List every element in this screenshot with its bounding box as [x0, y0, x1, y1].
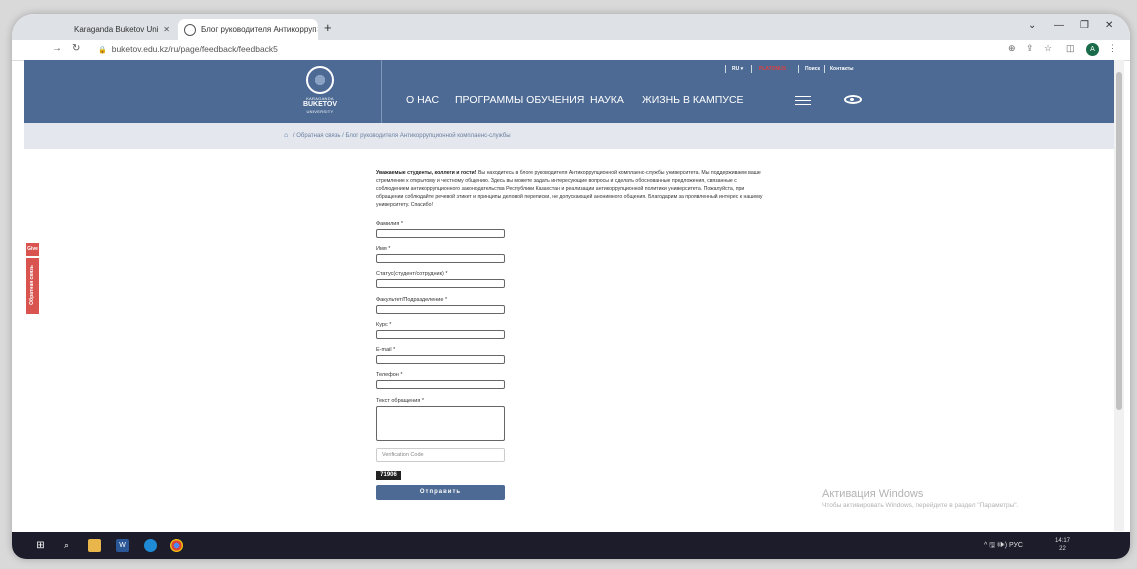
label-message: Текст обращения *: [376, 398, 424, 404]
top-nav-separator: [824, 65, 825, 73]
breadcrumb-separator: /: [342, 133, 344, 139]
chrome-icon[interactable]: [170, 539, 183, 552]
scrollbar-thumb[interactable]: [1116, 72, 1122, 410]
label-faculty: Факультет/Подразделение *: [376, 297, 448, 303]
accessibility-eye-icon[interactable]: [844, 95, 862, 104]
side-panel-icon[interactable]: ◫: [1066, 43, 1075, 54]
label-last-name: Фамилия *: [376, 221, 404, 227]
faculty-input[interactable]: [376, 305, 505, 314]
clock-time: 14:17: [1055, 538, 1071, 544]
watermark-title: Активация Windows: [822, 488, 924, 500]
breadcrumb-separator: /: [292, 133, 295, 139]
label-phone: Телефон *: [376, 372, 403, 378]
breadcrumb: ⌂ / Обратная связь / Блог руководителя А…: [24, 123, 1114, 149]
university-seal-icon: [306, 66, 334, 94]
forward-arrow-icon[interactable]: →: [52, 43, 62, 54]
message-textarea[interactable]: [376, 406, 505, 441]
first-name-input[interactable]: [376, 254, 505, 263]
tab-title: Блог руководителя Антикорруп: [201, 25, 317, 34]
label-course: Курс *: [376, 322, 392, 328]
browser-tab-buketov[interactable]: Karaganda Buketov Uni ✕: [68, 19, 176, 40]
header-divider: [381, 60, 382, 123]
reload-icon[interactable]: ↻: [72, 43, 80, 54]
tab-search-chevron-icon[interactable]: ⌄: [1028, 20, 1036, 31]
profile-avatar[interactable]: A: [1086, 43, 1099, 56]
nav-programs[interactable]: ПРОГРАММЫ ОБУЧЕНИЯ: [455, 94, 584, 106]
platonus-link[interactable]: PLATONUS: [759, 66, 786, 72]
nav-campus-life[interactable]: ЖИЗНЬ В КАМПУСЕ: [642, 94, 744, 106]
screenshot-frame: Karaganda Buketov Uni ✕ Блог руководител…: [12, 14, 1130, 559]
close-window-button[interactable]: ✕: [1105, 20, 1113, 31]
clock[interactable]: 14:17 22: [1055, 537, 1070, 553]
hamburger-menu-icon[interactable]: [795, 96, 811, 108]
file-explorer-icon[interactable]: [88, 539, 101, 552]
logo-line2: BUKETOV: [302, 101, 338, 108]
tab-title: Karaganda Buketov Uni: [74, 25, 159, 34]
new-tab-button[interactable]: +: [324, 20, 332, 35]
windows-activation-watermark: Активация Windows Чтобы активировать Win…: [822, 488, 1018, 509]
top-nav-separator: [798, 65, 799, 73]
globe-icon: [184, 23, 196, 36]
watermark-subtitle: Чтобы активировать Windows, перейдите в …: [822, 502, 1019, 509]
nav-science[interactable]: НАУКА: [590, 94, 624, 106]
windows-taskbar: ⊞ ⌕ W ^ 🖫 🕪) РУС 14:17 22: [12, 532, 1130, 559]
tab-close-icon[interactable]: ✕: [317, 25, 318, 34]
edge-icon[interactable]: [144, 539, 157, 552]
label-status: Статус(студент/сотрудник) *: [376, 271, 448, 277]
search-link[interactable]: Поиск: [805, 66, 820, 72]
search-icon[interactable]: ⌕: [60, 539, 73, 552]
label-first-name: Имя *: [376, 246, 391, 252]
word-icon[interactable]: W: [116, 539, 129, 552]
intro-greeting: Уважаемые студенты, коллеги и гости!: [376, 170, 477, 176]
submit-button[interactable]: Отправить: [376, 485, 505, 500]
nav-about[interactable]: О НАС: [406, 94, 439, 106]
system-tray[interactable]: ^ 🖫 🕪) РУС: [984, 541, 1023, 552]
site-header: KARAGANDA BUKETOV UNIVERSITY RU ▾ PLATON…: [24, 60, 1114, 123]
browser-tab-blog[interactable]: Блог руководителя Антикорруп ✕: [178, 19, 318, 40]
breadcrumb-current: Блог руководителя Антикоррупционной комп…: [345, 133, 511, 139]
university-logo[interactable]: KARAGANDA BUKETOV UNIVERSITY: [299, 66, 341, 118]
verification-code-input[interactable]: Verification Code: [376, 448, 505, 462]
restore-button[interactable]: ❐: [1080, 20, 1089, 31]
url-text: buketov.edu.kz/ru/page/feedback/feedback…: [111, 44, 278, 54]
zoom-icon[interactable]: ⊕: [1008, 43, 1016, 54]
feedback-side-tab[interactable]: Обратная связь: [26, 258, 39, 314]
home-icon[interactable]: ⌂: [284, 132, 288, 139]
status-input[interactable]: [376, 279, 505, 288]
course-input[interactable]: [376, 330, 505, 339]
captcha-image: 71906: [376, 471, 401, 480]
give-button[interactable]: Give: [26, 243, 39, 256]
minimize-button[interactable]: —: [1054, 20, 1064, 31]
contacts-link[interactable]: Контакты: [830, 66, 854, 72]
top-nav-separator: [725, 65, 726, 73]
address-bar: → ↻ 🔒 buketov.edu.kz/ru/page/feedback/fee…: [12, 40, 1130, 61]
logo-line3: UNIVERSITY: [306, 109, 334, 114]
windows-start-icon[interactable]: ⊞: [34, 539, 47, 552]
bookmark-star-icon[interactable]: ☆: [1044, 43, 1052, 54]
share-icon[interactable]: ⇪: [1026, 43, 1034, 54]
language-selector[interactable]: RU ▾: [732, 66, 743, 72]
clock-date: 22: [1059, 546, 1066, 552]
intro-paragraph: Уважаемые студенты, коллеги и гости! Вы …: [376, 169, 766, 209]
tab-close-icon[interactable]: ✕: [163, 25, 170, 34]
browser-tab-strip: Karaganda Buketov Uni ✕ Блог руководител…: [12, 14, 1130, 40]
label-email: E-mail *: [376, 347, 396, 353]
last-name-input[interactable]: [376, 229, 505, 238]
menu-kebab-icon[interactable]: ⋮: [1108, 43, 1117, 54]
email-input[interactable]: [376, 355, 505, 364]
feedback-tab-label: Обратная связь: [29, 265, 35, 305]
lock-icon: 🔒: [98, 47, 107, 54]
url-field[interactable]: 🔒 buketov.edu.kz/ru/page/feedback/feedbac…: [98, 44, 278, 54]
top-nav-separator: [751, 65, 752, 73]
breadcrumb-feedback[interactable]: Обратная связь: [296, 133, 340, 139]
phone-input[interactable]: [376, 380, 505, 389]
